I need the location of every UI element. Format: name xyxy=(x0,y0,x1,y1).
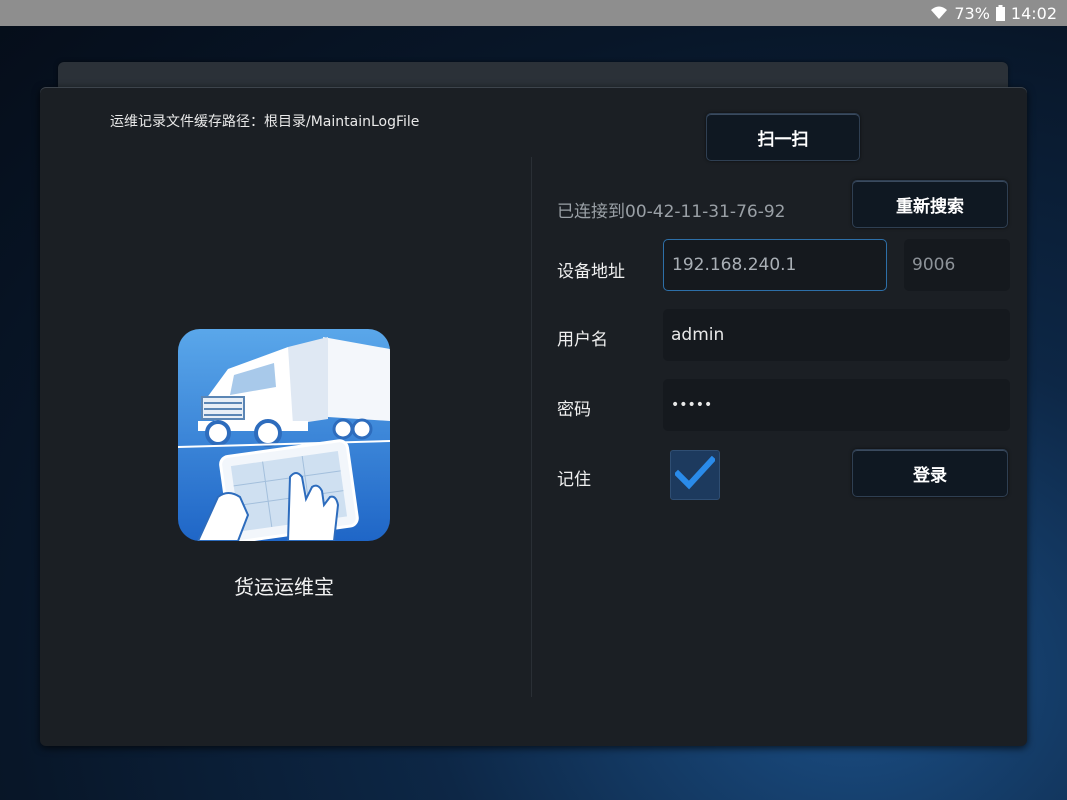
research-button[interactable]: 重新搜索 xyxy=(852,180,1008,228)
panel-divider xyxy=(531,157,532,697)
battery-percent: 73% xyxy=(954,3,990,23)
password-input[interactable]: ••••• xyxy=(663,379,1010,431)
username-input[interactable]: admin xyxy=(663,309,1010,361)
wifi-icon xyxy=(930,5,948,21)
log-path-label: 运维记录文件缓存路径：根目录/MaintainLogFile xyxy=(110,114,420,130)
login-panel: 运维记录文件缓存路径：根目录/MaintainLogFile 货运运维宝 扫一扫… xyxy=(40,87,1027,746)
remember-checkbox[interactable] xyxy=(670,450,720,500)
username-label: 用户名 xyxy=(557,330,608,350)
clock: 14:02 xyxy=(1010,3,1057,23)
battery-icon xyxy=(995,5,1005,21)
status-bar: 73% 14:02 xyxy=(0,0,1067,26)
scan-button[interactable]: 扫一扫 xyxy=(706,113,860,161)
truck-tablet-app-icon xyxy=(178,329,390,541)
device-address-label: 设备地址 xyxy=(557,262,625,282)
device-address-input[interactable]: 192.168.240.1 xyxy=(663,239,887,291)
connection-status: 已连接到00-42-11-31-76-92 xyxy=(557,202,786,222)
checkmark-icon xyxy=(673,455,717,494)
remember-label: 记住 xyxy=(557,470,591,490)
login-button[interactable]: 登录 xyxy=(852,449,1008,497)
password-label: 密码 xyxy=(557,400,591,420)
port-input[interactable]: 9006 xyxy=(904,239,1010,291)
app-name: 货运运维宝 xyxy=(234,575,334,599)
